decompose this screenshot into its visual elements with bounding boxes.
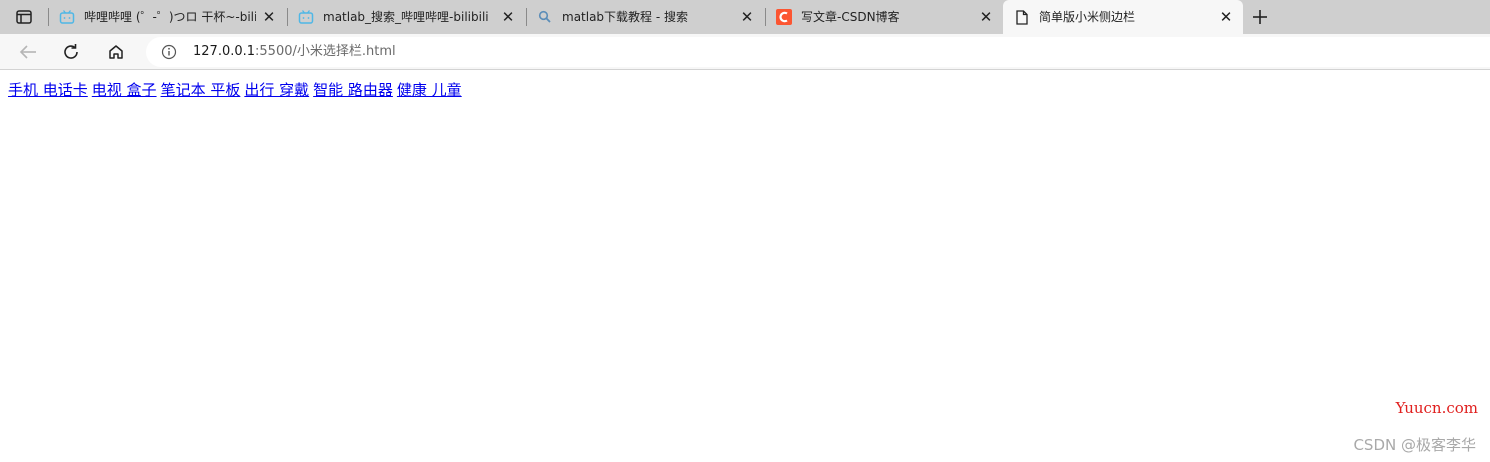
- tab-bilibili-search[interactable]: matlab_搜索_哔哩哔哩-bilibili ✕: [287, 0, 525, 34]
- info-icon[interactable]: [160, 43, 178, 61]
- tab-xiaomi-sidebar[interactable]: 简单版小米侧边栏 ✕: [1003, 0, 1243, 34]
- plus-icon: [1253, 10, 1267, 24]
- link-travel[interactable]: 出行 穿戴: [244, 81, 309, 99]
- site-watermark: Yuucn.com: [1395, 399, 1478, 417]
- link-tv[interactable]: 电视 盒子: [92, 81, 157, 99]
- page-icon: [1013, 8, 1031, 26]
- tab-separator: [526, 8, 527, 26]
- author-watermark: CSDN @极客李华: [1353, 436, 1476, 454]
- home-button[interactable]: [103, 40, 129, 64]
- link-health[interactable]: 健康 儿童: [397, 81, 462, 99]
- csdn-logo-icon: [775, 8, 793, 26]
- tab-separator: [287, 8, 288, 26]
- close-icon[interactable]: ✕: [1217, 8, 1235, 26]
- arrow-left-icon: [19, 45, 36, 59]
- page-content: 手机 电话卡 电视 盒子 笔记本 平板 出行 穿戴 智能 路由器 健康 儿童 Yuucn.…: [0, 71, 1490, 462]
- home-icon: [109, 45, 123, 59]
- tab-title: matlab下载教程 - 搜索: [562, 10, 689, 24]
- tab-separator: [765, 8, 766, 26]
- tab-title: matlab_搜索_哔哩哔哩-bilibili: [323, 10, 489, 24]
- close-icon[interactable]: ✕: [977, 8, 995, 26]
- new-tab-button[interactable]: [1248, 6, 1272, 28]
- reload-icon: [64, 44, 78, 59]
- tab-actions-button[interactable]: [8, 6, 40, 28]
- link-phones[interactable]: 手机 电话卡: [8, 81, 88, 99]
- reload-button[interactable]: [58, 40, 84, 64]
- tab-actions-icon: [16, 10, 32, 24]
- close-icon[interactable]: ✕: [738, 8, 756, 26]
- tab-title: 写文章-CSDN博客: [801, 10, 900, 24]
- tab-title: 哔哩哔哩 (゜-゜)つロ 干杯~-bilibili: [84, 10, 256, 24]
- close-icon[interactable]: ✕: [260, 8, 278, 26]
- tab-matlab-search[interactable]: matlab下载教程 - 搜索 ✕: [526, 0, 764, 34]
- tab-bilibili-home[interactable]: 哔哩哔哩 (゜-゜)つロ 干杯~-bilibili ✕: [48, 0, 286, 34]
- link-laptops[interactable]: 笔记本 平板: [161, 81, 241, 99]
- address-bar[interactable]: 127.0.0.1:5500/小米选择栏.html: [146, 37, 1490, 67]
- tab-strip: 哔哩哔哩 (゜-゜)つロ 干杯~-bilibili ✕ matlab_搜索_哔哩…: [0, 0, 1490, 34]
- tab-separator: [48, 8, 49, 26]
- url-path: :5500/小米选择栏.html: [255, 44, 396, 59]
- bilibili-tv-icon: [297, 8, 315, 26]
- bilibili-tv-icon: [58, 8, 76, 26]
- url-host: 127.0.0.1: [193, 44, 256, 59]
- search-icon: [536, 8, 554, 26]
- tab-csdn-write[interactable]: 写文章-CSDN博客 ✕: [765, 0, 1003, 34]
- close-icon[interactable]: ✕: [499, 8, 517, 26]
- back-button[interactable]: [15, 40, 41, 64]
- browser-toolbar: 127.0.0.1:5500/小米选择栏.html: [0, 34, 1490, 70]
- link-smart[interactable]: 智能 路由器: [313, 81, 393, 99]
- category-links: 手机 电话卡 电视 盒子 笔记本 平板 出行 穿戴 智能 路由器 健康 儿童: [8, 80, 466, 100]
- url-text[interactable]: 127.0.0.1:5500/小米选择栏.html: [193, 44, 396, 60]
- tab-title: 简单版小米侧边栏: [1039, 10, 1136, 24]
